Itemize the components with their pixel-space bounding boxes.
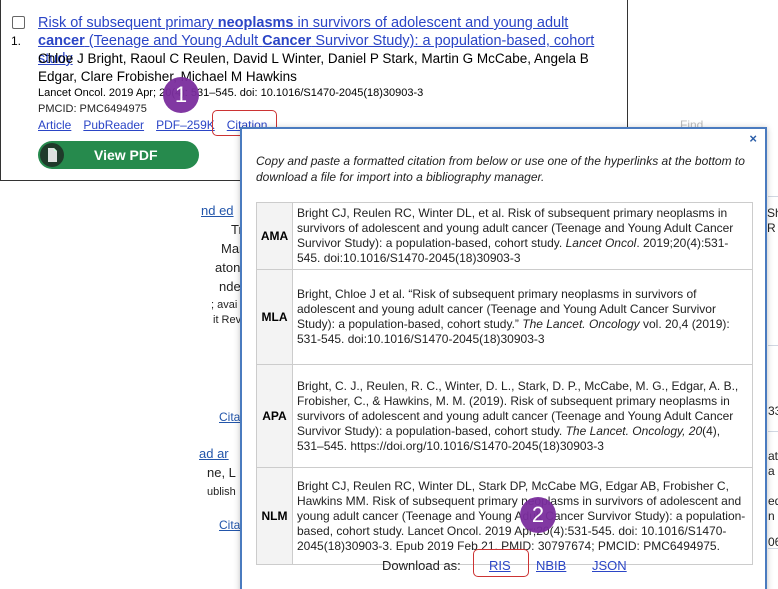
bg-fragment: ublish (207, 486, 236, 498)
bg-cite-link[interactable]: Cita (219, 409, 240, 425)
bg-divider (768, 431, 778, 432)
pubreader-link[interactable]: PubReader (83, 118, 144, 132)
bg-fragment: ed (768, 494, 778, 508)
result-number: 1. (11, 34, 22, 48)
bg-fragment: ad ar (199, 446, 229, 461)
citation-format-label: AMA (256, 202, 293, 270)
citation-format-label: MLA (256, 269, 293, 365)
title-text: Risk of subsequent primary (38, 15, 218, 31)
bg-cite-link[interactable]: Cita (219, 517, 240, 533)
citation-dialog-instructions: Copy and paste a formatted citation from… (256, 154, 745, 184)
result-pmcid: PMCID: PMC6494975 (38, 103, 147, 115)
download-nbib-link[interactable]: NBIB (536, 558, 566, 573)
citation-row-mla: MLA Bright, Chloe J et al. “Risk of subse… (256, 269, 753, 365)
citation-text: Bright, Chloe J et al. “Risk of subseque… (292, 269, 753, 365)
bg-fragment: R (767, 221, 776, 235)
bg-fragment: 33 (768, 404, 778, 418)
pdf-document-icon (40, 143, 64, 167)
bg-divider (768, 196, 778, 197)
view-pdf-label: View PDF (94, 147, 158, 163)
result-authors: Chloe J Bright, Raoul C Reulen, David L … (38, 51, 589, 84)
ris-highlight-box (473, 549, 529, 577)
title-keyword: neoplasms (217, 15, 294, 31)
bg-fragment: ; avai (211, 299, 238, 311)
bg-divider (768, 548, 778, 549)
citation-dialog: × Copy and paste a formatted citation fr… (240, 127, 767, 589)
title-text: in survivors of adolescent and young adu… (293, 15, 569, 31)
callout-badge-1: 1 (163, 77, 199, 113)
pdf-link[interactable]: PDF–259K (156, 118, 215, 132)
download-label: Download as: (382, 558, 461, 573)
result-select-checkbox[interactable] (12, 16, 25, 29)
bg-fragment: nd ed (201, 203, 234, 218)
citation-formats-table: AMA Bright CJ, Reulen RC, Winter DL, et a… (256, 202, 753, 565)
citation-row-ama: AMA Bright CJ, Reulen RC, Winter DL, et a… (256, 202, 753, 270)
bg-divider (768, 345, 778, 346)
citation-text: Bright, C. J., Reulen, R. C., Winter, D.… (292, 364, 753, 468)
citation-row-apa: APA Bright, C. J., Reulen, R. C., Winter,… (256, 364, 753, 468)
view-pdf-button[interactable]: View PDF (38, 141, 199, 169)
bg-fragment: atu (768, 449, 778, 463)
bg-fragment: n (768, 509, 775, 523)
title-keyword: cancer (38, 33, 85, 49)
bg-fragment: it Rev (213, 314, 242, 326)
article-link[interactable]: Article (38, 118, 71, 132)
callout-badge-2: 2 (520, 497, 556, 533)
bg-fragment: ne, L (207, 465, 236, 480)
bg-fragment: a (768, 464, 775, 478)
download-json-link[interactable]: JSON (592, 558, 627, 573)
bg-fragment: Sh (767, 206, 778, 220)
close-icon[interactable]: × (749, 131, 757, 146)
title-keyword: Cancer (262, 33, 312, 49)
citation-format-label: NLM (256, 467, 293, 565)
result-journal-citation: Lancet Oncol. 2019 Apr; 20(4): 531–545. … (38, 87, 424, 99)
citation-format-label: APA (256, 364, 293, 468)
citation-text: Bright CJ, Reulen RC, Winter DL, et al. … (292, 202, 753, 270)
title-text: (Teenage and Young Adult (84, 33, 263, 49)
